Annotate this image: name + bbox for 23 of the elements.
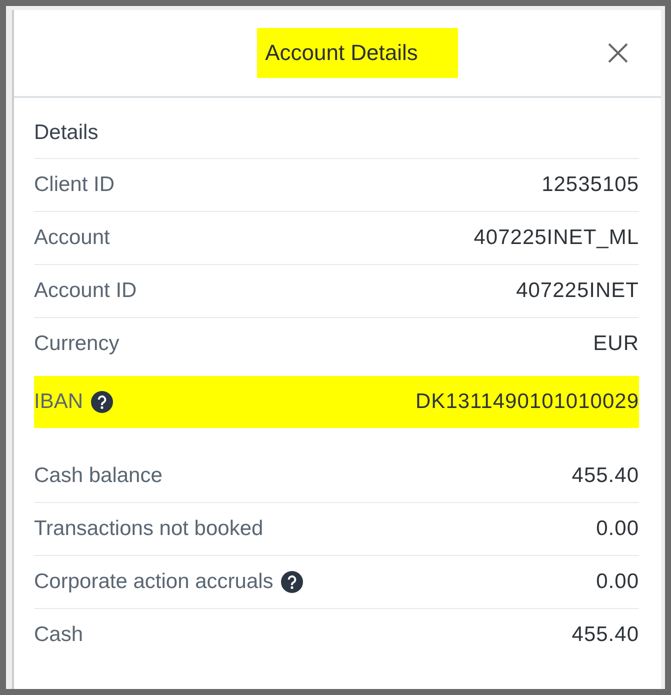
dialog-title: Account Details	[257, 28, 458, 78]
field-label: Cash balance	[34, 464, 162, 488]
field-label: Account	[34, 226, 110, 250]
field-value: 12535105	[542, 173, 639, 197]
field-label: Transactions not booked	[34, 517, 264, 541]
field-label: Account ID	[34, 279, 137, 303]
field-value: 407225INET_ML	[474, 226, 639, 250]
field-value: 455.40	[572, 464, 639, 488]
field-label: Cash	[34, 623, 84, 647]
field-value: DK1311490101010029	[416, 390, 639, 414]
field-value: 455.40	[572, 623, 639, 647]
field-label: Corporate action accruals	[34, 570, 274, 594]
field-label: Client ID	[34, 173, 115, 197]
section-heading: Details	[34, 120, 100, 146]
help-icon[interactable]	[91, 391, 114, 413]
close-icon[interactable]	[607, 42, 629, 64]
field-value: EUR	[593, 332, 639, 356]
field-value: 0.00	[596, 570, 639, 594]
field-label: IBAN	[34, 390, 84, 414]
help-icon[interactable]	[281, 571, 304, 593]
field-value: 407225INET	[516, 279, 639, 303]
field-label: Currency	[34, 332, 120, 356]
field-value: 0.00	[596, 517, 639, 541]
